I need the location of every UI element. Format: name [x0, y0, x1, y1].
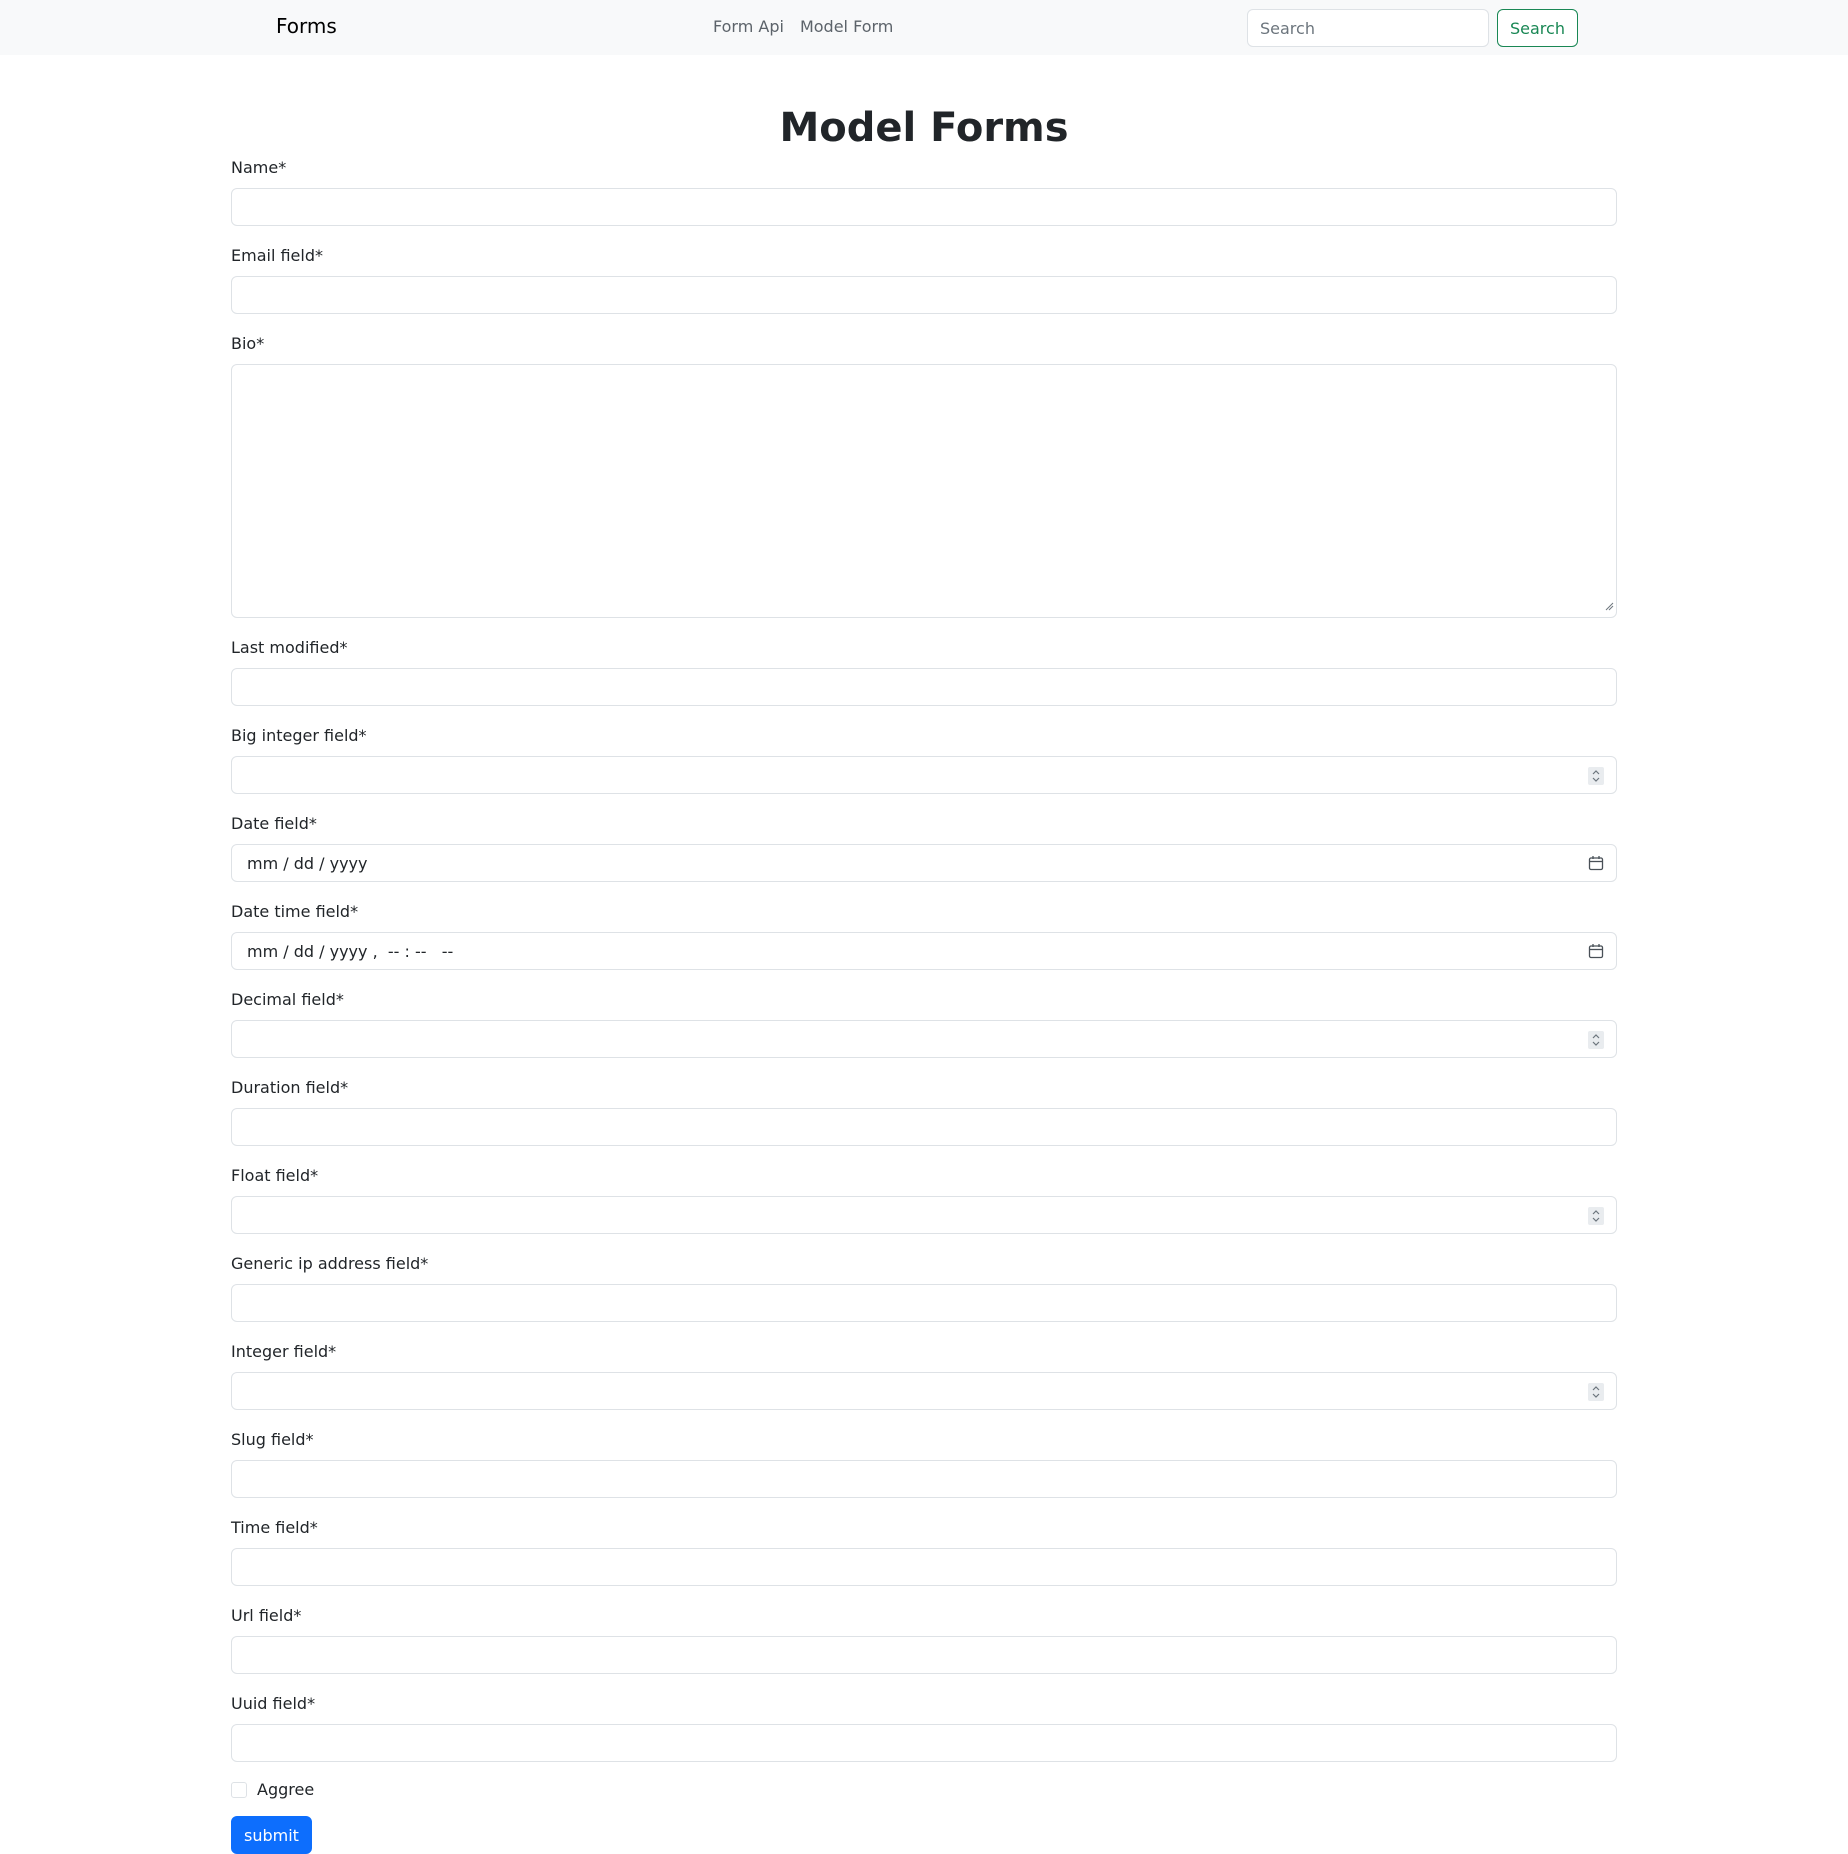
form-field: Uuid field*	[231, 1692, 1617, 1762]
text-input[interactable]	[231, 1636, 1617, 1674]
field-label: Slug field*	[231, 1430, 314, 1449]
search-form: Search	[1247, 9, 1578, 47]
spinner-icon[interactable]	[1588, 1031, 1604, 1049]
search-button[interactable]: Search	[1497, 9, 1578, 47]
text-input[interactable]	[231, 1108, 1617, 1146]
nav-link-form-api[interactable]: Form Api	[713, 17, 784, 36]
form-field: Name*	[231, 156, 1617, 226]
field-label: Uuid field*	[231, 1694, 316, 1713]
spinner-icon[interactable]	[1588, 1383, 1604, 1401]
field-label: Decimal field*	[231, 990, 344, 1009]
field-label: Date field*	[231, 814, 317, 833]
field-label: Email field*	[231, 246, 323, 265]
form-field: Time field*	[231, 1516, 1617, 1586]
page-title: Model Forms	[779, 105, 1069, 151]
agree-label: Aggree	[257, 1780, 315, 1799]
form-field: Float field*	[231, 1164, 1617, 1234]
date-input[interactable]: mm / dd / yyyy , -- : -- --	[231, 932, 1617, 970]
field-label: Bio*	[231, 334, 265, 353]
form-fields: Name* Email field* Bio* Last modified* Big i…	[231, 156, 1617, 1762]
nav-link-model-form[interactable]: Model Form	[800, 17, 893, 36]
date-placeholder: mm / dd / yyyy , -- : -- --	[247, 941, 454, 961]
form-field: Big integer field*	[231, 724, 1617, 794]
spinner-icon[interactable]	[1588, 767, 1604, 785]
form-field: Email field*	[231, 244, 1617, 314]
number-input[interactable]	[231, 756, 1617, 794]
date-placeholder: mm / dd / yyyy	[247, 853, 368, 873]
calendar-icon[interactable]	[1588, 943, 1604, 963]
agree-checkbox[interactable]	[231, 1781, 247, 1798]
field-label: Big integer field*	[231, 726, 367, 745]
field-label: Integer field*	[231, 1342, 337, 1361]
text-input[interactable]	[231, 1284, 1617, 1322]
brand-link[interactable]: Forms	[276, 14, 337, 38]
field-label: Generic ip address field*	[231, 1254, 429, 1273]
field-label: Time field*	[231, 1518, 318, 1537]
textarea-input[interactable]	[231, 364, 1617, 618]
text-input[interactable]	[231, 1460, 1617, 1498]
form-field: Decimal field*	[231, 988, 1617, 1058]
number-input[interactable]	[231, 1196, 1617, 1234]
nav-links: Form Api Model Form	[713, 17, 893, 36]
field-label: Float field*	[231, 1166, 319, 1185]
spinner-icon[interactable]	[1588, 1207, 1604, 1225]
number-input[interactable]	[231, 1020, 1617, 1058]
agree-row: Aggree	[231, 1780, 1617, 1799]
text-input[interactable]	[231, 1548, 1617, 1586]
text-input[interactable]	[231, 1724, 1617, 1762]
main-container: Model Forms Name* Email field* Bio* Last mo…	[231, 100, 1617, 1854]
field-label: Date time field*	[231, 902, 359, 921]
form-field: Url field*	[231, 1604, 1617, 1674]
text-input[interactable]	[231, 188, 1617, 226]
calendar-icon[interactable]	[1588, 855, 1604, 875]
form-field: Generic ip address field*	[231, 1252, 1617, 1322]
text-input[interactable]	[231, 668, 1617, 706]
form-field: Bio*	[231, 332, 1617, 618]
resize-handle-icon[interactable]	[1604, 596, 1614, 615]
form-field: Last modified*	[231, 636, 1617, 706]
text-input[interactable]	[231, 276, 1617, 314]
number-input[interactable]	[231, 1372, 1617, 1410]
submit-button[interactable]: submit	[231, 1816, 312, 1854]
field-label: Last modified*	[231, 638, 348, 657]
field-label: Name*	[231, 158, 287, 177]
field-label: Duration field*	[231, 1078, 349, 1097]
form-field: Integer field*	[231, 1340, 1617, 1410]
form-field: Duration field*	[231, 1076, 1617, 1146]
search-input[interactable]	[1247, 9, 1489, 47]
form-field: Date time field* mm / dd / yyyy , -- : --…	[231, 900, 1617, 970]
field-label: Url field*	[231, 1606, 302, 1625]
form-field: Slug field*	[231, 1428, 1617, 1498]
form-field: Date field* mm / dd / yyyy	[231, 812, 1617, 882]
navbar: Forms Form Api Model Form Search	[0, 0, 1848, 55]
date-input[interactable]: mm / dd / yyyy	[231, 844, 1617, 882]
